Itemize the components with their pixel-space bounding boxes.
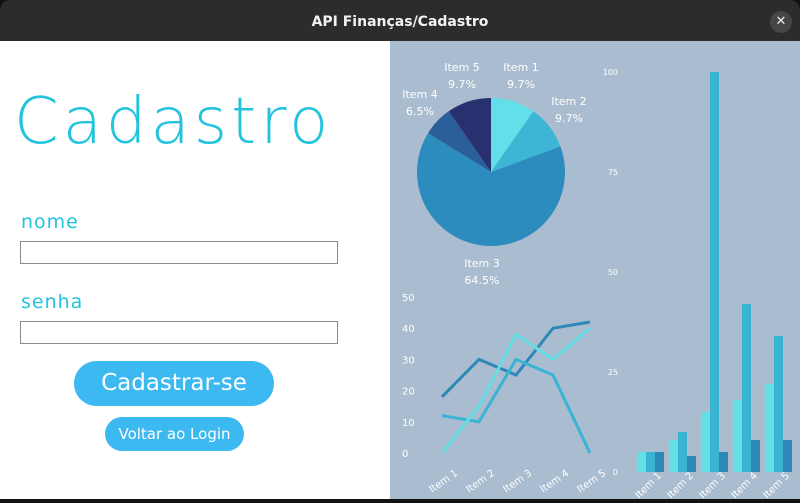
pie-percent: 9.7%: [555, 112, 583, 125]
pie-chart: Item 1 9.7% Item 2 9.7% Item 3 64.5% Item 4 6.5…: [402, 61, 587, 287]
bar: [655, 452, 664, 472]
bar: [774, 336, 783, 472]
bar: [719, 452, 728, 472]
bar: [710, 72, 719, 472]
pie-label: Item 4: [402, 88, 438, 101]
bar: [646, 452, 655, 472]
line-xtick: Item 5: [575, 468, 608, 496]
bar-xtick: Item 2: [665, 470, 696, 499]
nome-label: nome: [21, 211, 79, 233]
form-panel: Cadastro nome senha Cadastrar-se Voltar …: [0, 41, 390, 499]
senha-field[interactable]: [20, 321, 338, 344]
pie-percent: 6.5%: [406, 105, 434, 118]
line-ytick: 20: [402, 387, 415, 398]
line-ytick: 0: [402, 449, 408, 460]
pie-percent: 9.7%: [507, 78, 535, 91]
pie-percent: 64.5%: [465, 274, 500, 287]
line-ytick: 40: [402, 324, 415, 335]
line-ytick: 50: [402, 293, 415, 304]
nome-field[interactable]: [20, 241, 338, 264]
bar-xtick: Item 4: [729, 470, 760, 499]
bar: [742, 304, 751, 472]
bar-ytick: 75: [608, 168, 618, 177]
close-icon[interactable]: ✕: [770, 11, 792, 33]
bar-xtick: Item 1: [633, 470, 664, 499]
charts-panel: Item 1 9.7% Item 2 9.7% Item 3 64.5% Item 4 6.5…: [390, 41, 800, 501]
pie-label: Item 1: [503, 61, 539, 74]
line-xtick: Item 4: [538, 468, 571, 496]
bar: [637, 452, 646, 472]
pie-label: Item 3: [464, 257, 500, 270]
bar: [765, 384, 774, 472]
cadastrar-button[interactable]: Cadastrar-se: [74, 361, 274, 406]
charts-svg: Item 1 9.7% Item 2 9.7% Item 3 64.5% Item 4 6.5…: [402, 61, 792, 501]
bar: [687, 456, 696, 472]
bar: [669, 440, 678, 472]
bar: [678, 432, 687, 472]
bar-ytick: 25: [608, 368, 618, 377]
bar-xtick: Item 3: [697, 470, 728, 499]
bar-ytick: 100: [603, 68, 618, 77]
bar-ytick: 50: [608, 268, 618, 277]
line-ytick: 30: [402, 355, 415, 366]
bar: [701, 412, 710, 472]
page-title: Cadastro: [14, 85, 333, 159]
pie-label: Item 2: [551, 95, 587, 108]
bar: [783, 440, 792, 472]
bar: [733, 400, 742, 472]
line-xtick: Item 1: [427, 468, 460, 496]
line-series: [440, 327, 591, 454]
bar: [751, 440, 760, 472]
window-title: API Finanças/Cadastro: [311, 14, 489, 30]
bar-chart: 0 25 50 75 100 Item 1 Item 2 Item 3 Item 4 Item 5: [603, 68, 792, 501]
bar-ytick: 0: [613, 468, 618, 477]
senha-label: senha: [21, 291, 84, 313]
window-titlebar: API Finanças/Cadastro ✕: [0, 0, 800, 41]
line-chart: 0 10 20 30 40 50 Item 1 Item 2 Item 3 Item 4 Item …: [402, 293, 608, 495]
line-ytick: 10: [402, 418, 415, 429]
pie-percent: 9.7%: [448, 78, 476, 91]
bar-xtick: Item 5: [761, 470, 792, 499]
voltar-login-button[interactable]: Voltar ao Login: [105, 417, 244, 451]
line-xtick: Item 3: [501, 468, 534, 496]
line-xtick: Item 2: [464, 468, 497, 496]
pie-label: Item 5: [444, 61, 480, 74]
